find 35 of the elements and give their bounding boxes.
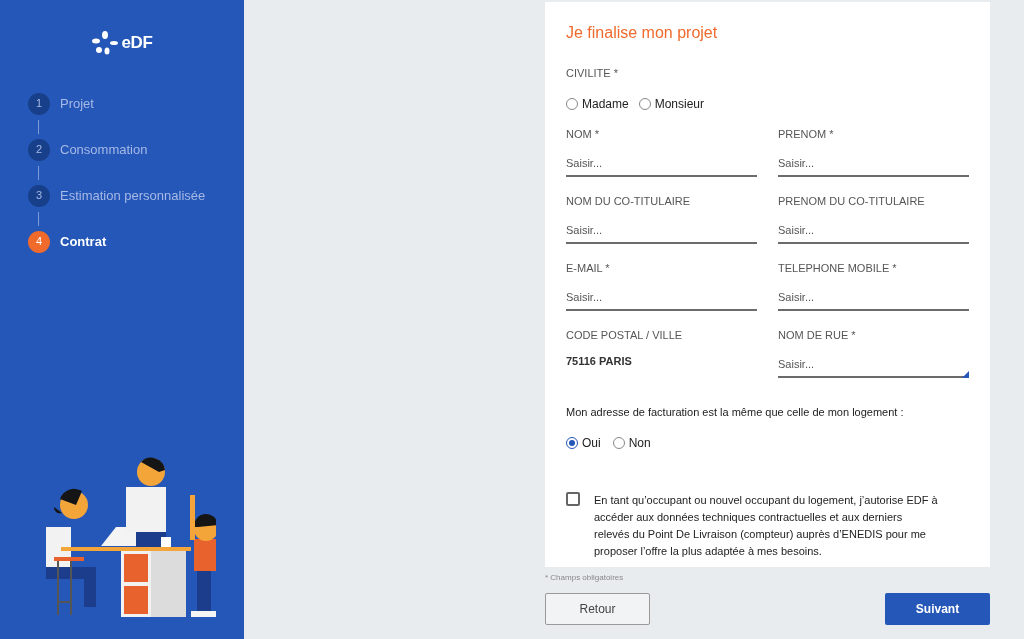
step-item[interactable]: 2 Consommation: [28, 138, 244, 161]
text-input-field[interactable]: Saisir...: [566, 155, 757, 177]
back-button[interactable]: Retour: [545, 593, 650, 625]
field-label: NOM DE RUE *: [778, 327, 857, 343]
field-label: NOM *: [566, 126, 600, 142]
billing-question: Mon adresse de facturation est la même que celle de mon logement :: [566, 404, 905, 420]
text-input-field[interactable]: Saisir...: [566, 222, 757, 244]
consent-text: En tant qu’occupant ou nouvel occupant du logement, j’autorise EDF à accéder aux données techniques contractuelles et aux derniers relevés du Point De Livraison (compteur) auprès d’ENEDIS pour me proposer l’offre la plus adaptée à mes besoins.: [594, 493, 939, 559]
field-label: CODE POSTAL / VILLE: [566, 327, 684, 343]
text-input-field[interactable]: Saisir...: [778, 289, 969, 311]
resize-corner-icon: [962, 370, 969, 378]
radio-option[interactable]: Monsieur: [638, 94, 705, 113]
form-title: Je finalise mon projet: [566, 23, 719, 43]
text-input-field[interactable]: Saisir...: [566, 289, 757, 311]
field-label: PRENOM *: [778, 126, 835, 142]
required-note: * Champs obligatoires: [545, 572, 625, 584]
radio-option[interactable]: Madame: [566, 94, 629, 113]
field-label: NOM DU CO-TITULAIRE: [566, 193, 692, 209]
logo-icon: [91, 30, 118, 55]
text-input-field[interactable]: Saisir...: [778, 356, 969, 378]
field-label: E-MAIL *: [566, 260, 611, 276]
field-label: TELEPHONE MOBILE *: [778, 260, 898, 276]
consent-checkbox[interactable]: [566, 492, 580, 506]
step-item[interactable]: 4 Contrat: [28, 230, 244, 253]
step-item[interactable]: 1 Projet: [28, 92, 244, 115]
radio-option[interactable]: Oui: [566, 434, 601, 452]
field-value: 75116 PARIS: [566, 354, 633, 369]
next-button[interactable]: Suivant: [885, 593, 990, 625]
logo-wordmark: eDF: [121, 32, 153, 54]
text-input-field[interactable]: Saisir...: [778, 155, 969, 177]
field-label: CIVILITE *: [566, 66, 619, 81]
text-input-field[interactable]: Saisir...: [778, 222, 969, 244]
field-label: PRENOM DU CO-TITULAIRE: [778, 193, 926, 209]
radio-option[interactable]: Non: [612, 434, 651, 452]
step-item[interactable]: 3 Estimation personnalisée: [28, 184, 244, 207]
